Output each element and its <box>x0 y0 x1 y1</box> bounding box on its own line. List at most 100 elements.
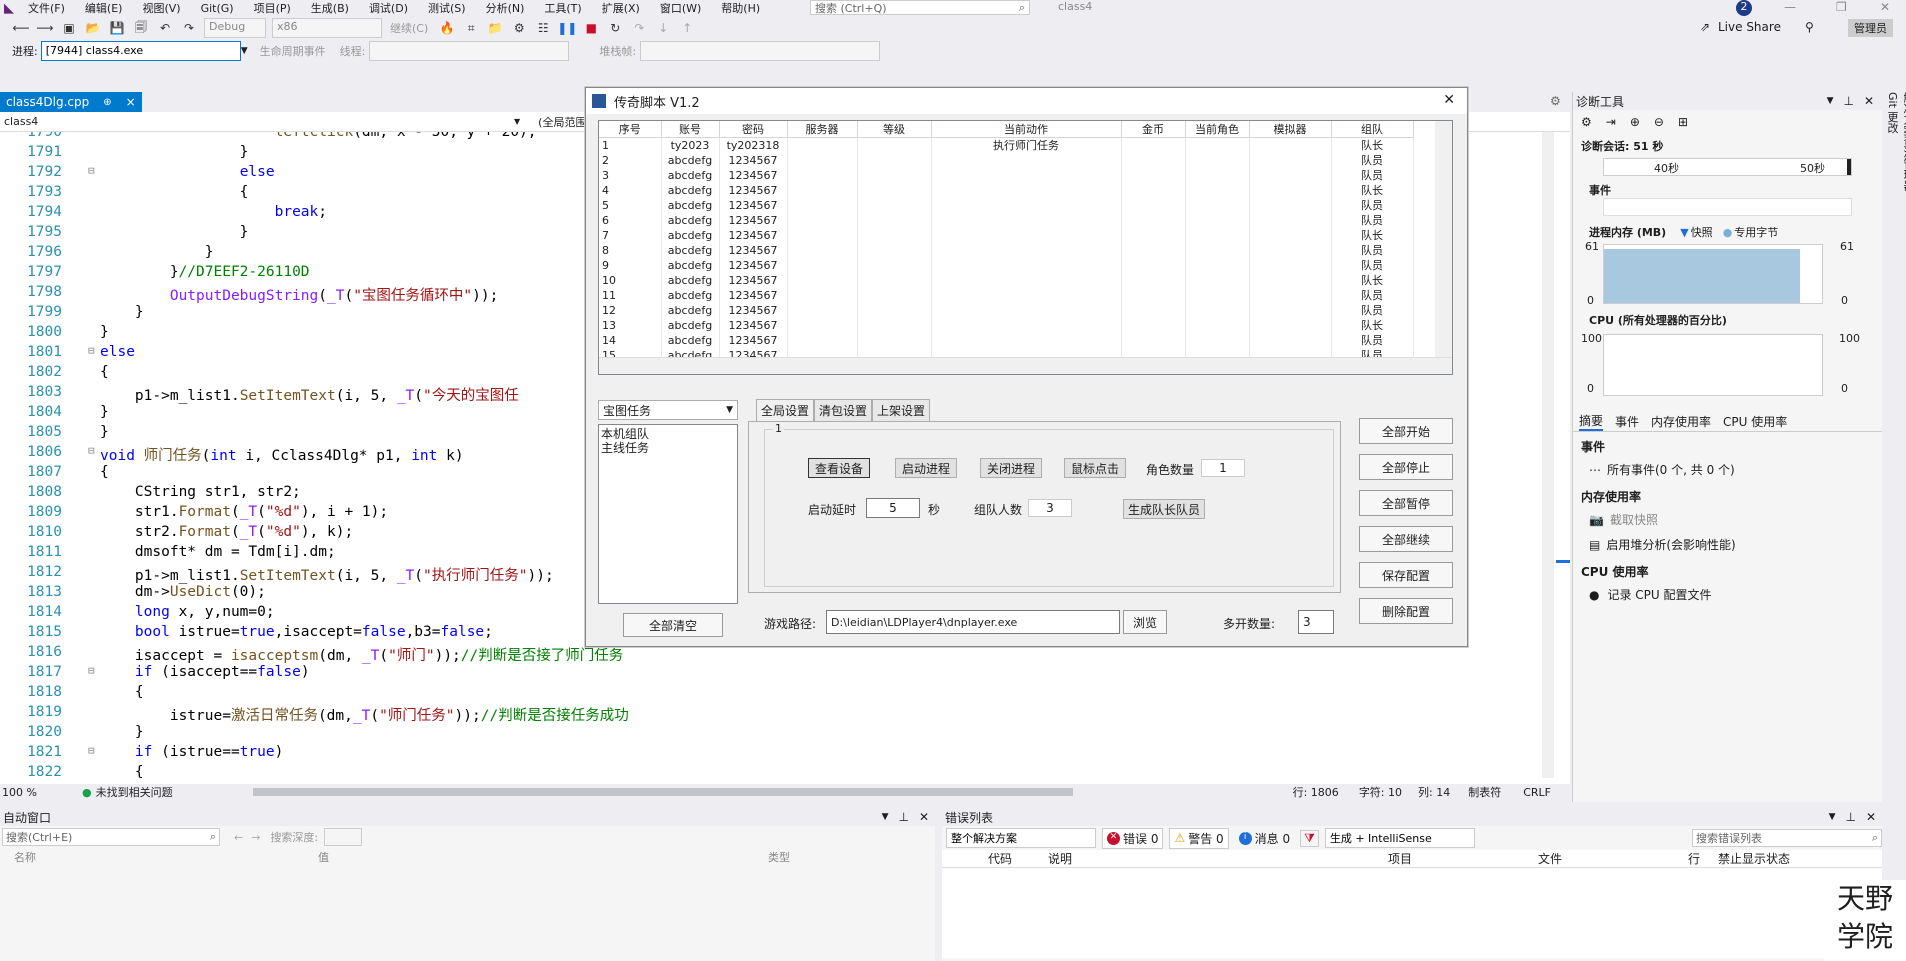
screenshot-icon[interactable]: ⌗ <box>462 19 480 37</box>
autos-menu-icon[interactable]: ▼ <box>882 812 889 822</box>
tab-class4dlg-cpp[interactable]: class4Dlg.cpp ⊕ × <box>0 92 142 112</box>
menu-item[interactable]: 窗口(W) <box>660 0 701 16</box>
fold-toggle-icon[interactable]: ⊟ <box>88 664 95 677</box>
error-search[interactable]: 搜索错误列表 ⌕ <box>1692 829 1882 847</box>
column-header[interactable]: 等级 <box>857 121 932 138</box>
fold-toggle-icon[interactable]: ⊟ <box>88 164 95 177</box>
take-snapshot-button[interactable]: 截取快照 <box>1610 511 1658 528</box>
table-row[interactable]: 13 abcdefg 1234567 队长 <box>599 318 1414 333</box>
autos-search[interactable]: 搜索(Ctrl+E) ⌕ <box>2 828 220 846</box>
record-cpu-button[interactable]: 记录 CPU 配置文件 <box>1607 586 1711 603</box>
errors-filter[interactable]: ✕ 错误 0 <box>1102 827 1164 849</box>
column-header[interactable]: 模拟器 <box>1249 121 1332 138</box>
forward-icon[interactable]: ⟶ <box>36 19 54 37</box>
settings-tab[interactable]: 全局设置 <box>756 399 815 421</box>
warnings-filter[interactable]: ⚠ 警告 0 <box>1169 827 1229 849</box>
diag-pin-icon[interactable]: ⊥ <box>1843 94 1853 108</box>
table-row[interactable]: 3 abcdefg 1234567 队员 <box>599 168 1414 183</box>
editor-scrollbar[interactable] <box>1542 132 1554 778</box>
issues-status[interactable]: 未找到相关问题 <box>96 784 173 800</box>
table-row[interactable]: 1 ty2023 ty202318 执行师门任务 队长 <box>599 137 1414 153</box>
settings-tab[interactable]: 清包设置 <box>814 399 873 421</box>
control-button[interactable]: 保存配置 <box>1359 562 1453 588</box>
step-out-icon[interactable]: ↑ <box>678 19 696 37</box>
column-header[interactable]: 金币 <box>1121 121 1186 138</box>
menu-item[interactable]: 项目(P) <box>254 0 291 16</box>
vs-logo-icon[interactable]: ◣ <box>4 1 14 16</box>
menu-item[interactable]: 文件(F) <box>28 0 65 16</box>
menu-item[interactable]: 分析(N) <box>486 0 525 16</box>
control-button[interactable]: 删除配置 <box>1359 598 1453 624</box>
back-icon[interactable]: ⟵ <box>12 19 30 37</box>
column-header[interactable]: 当前角色 <box>1185 121 1250 138</box>
settings-gear-icon[interactable]: ⚙ <box>510 19 528 37</box>
scope-filter-select[interactable]: 整个解决方案 <box>946 828 1096 848</box>
global-scope-select[interactable]: (全局范围 <box>538 114 586 130</box>
diag-export-icon[interactable]: ⇥ <box>1606 115 1616 129</box>
diagnostics-icon[interactable]: ☷ <box>534 19 552 37</box>
scope-select[interactable]: class4 <box>4 115 514 128</box>
task-listbox[interactable]: 本机组队 主线任务 <box>598 424 738 604</box>
close-window-icon[interactable]: ✕ <box>1880 0 1890 14</box>
task-list-item[interactable]: 本机组队 <box>601 427 735 441</box>
view-device-button[interactable]: 查看设备 <box>808 458 870 478</box>
menu-item[interactable]: 视图(V) <box>142 0 180 16</box>
task-select[interactable]: 宝图任务 ▼ <box>598 400 738 420</box>
table-row[interactable]: 8 abcdefg 1234567 队员 <box>599 243 1414 258</box>
column-header[interactable]: 组队 <box>1331 121 1414 138</box>
menu-item[interactable]: 帮助(H) <box>721 0 760 16</box>
diag-settings-icon[interactable]: ⚙ <box>1581 115 1592 129</box>
error-column-header[interactable]: 文件 <box>1538 850 1688 867</box>
heap-profiling-toggle[interactable]: 启用堆分析(会影响性能) <box>1606 536 1735 553</box>
table-row[interactable]: 9 abcdefg 1234567 队员 <box>599 258 1414 273</box>
menu-item[interactable]: 测试(S) <box>428 0 466 16</box>
hot-reload-icon[interactable]: 🔥 <box>438 19 456 37</box>
search-box[interactable]: 搜索 (Ctrl+Q) ⌕ <box>810 0 1030 15</box>
table-row[interactable]: 11 abcdefg 1234567 队员 <box>599 288 1414 303</box>
stop-icon[interactable]: ■ <box>582 19 600 37</box>
game-path-input[interactable]: D:\leidian\LDPlayer4\dnplayer.exe <box>826 610 1120 634</box>
thread-select[interactable] <box>369 41 570 61</box>
reset-view-icon[interactable]: ⊞ <box>1678 115 1688 129</box>
redo-icon[interactable]: ↷ <box>180 19 198 37</box>
new-project-icon[interactable]: ▣ <box>60 19 78 37</box>
search-depth-select[interactable] <box>324 828 363 846</box>
step-over-icon[interactable]: ↷ <box>630 19 648 37</box>
diag-menu-icon[interactable]: ▼ <box>1827 96 1834 106</box>
task-list-item[interactable]: 主线任务 <box>601 441 735 455</box>
clear-all-button[interactable]: 全部清空 <box>623 613 723 637</box>
process-dropdown-icon[interactable]: ▼ <box>241 46 248 56</box>
fold-toggle-icon[interactable]: ⊟ <box>88 744 95 757</box>
generate-team-button[interactable]: 生成队长队员 <box>1123 499 1205 519</box>
table-row[interactable]: 12 abcdefg 1234567 队员 <box>599 303 1414 318</box>
zoom-out-icon[interactable]: ⊖ <box>1654 115 1664 129</box>
overflow-gear-icon[interactable]: ⚙ <box>1550 94 1561 108</box>
start-delay-input[interactable]: 5 <box>866 498 920 518</box>
build-filter-select[interactable]: 生成 + IntelliSense <box>1324 828 1475 848</box>
column-header[interactable]: 密码 <box>719 121 788 138</box>
close-process-button[interactable]: 关闭进程 <box>980 458 1042 478</box>
diag-tab[interactable]: 摘要 <box>1579 412 1604 431</box>
save-icon[interactable]: 💾 <box>108 19 126 37</box>
error-close-icon[interactable]: ✕ <box>1866 810 1876 824</box>
fold-toggle-icon[interactable]: ⊟ <box>88 444 95 457</box>
error-column-header[interactable]: 禁止显示状态 <box>1718 850 1858 867</box>
control-button[interactable]: 全部开始 <box>1359 418 1453 444</box>
live-share-button[interactable]: Live Share <box>1718 20 1781 34</box>
diag-tab[interactable]: 事件 <box>1615 413 1639 430</box>
dialog-close-icon[interactable]: ✕ <box>1443 92 1455 108</box>
start-process-button[interactable]: 启动进程 <box>895 458 957 478</box>
error-column-header[interactable]: 代码 <box>988 850 1048 867</box>
timeline-ruler[interactable]: 40秒 50秒 <box>1603 158 1852 176</box>
fold-toggle-icon[interactable]: ⊟ <box>88 344 95 357</box>
undo-icon[interactable]: ↶ <box>156 19 174 37</box>
table-row[interactable]: 14 abcdefg 1234567 队员 <box>599 333 1414 348</box>
filter-icon[interactable]: ⧩ <box>1300 829 1319 847</box>
tab-close-icon[interactable]: × <box>126 95 136 109</box>
control-button[interactable]: 全部停止 <box>1359 454 1453 480</box>
table-row[interactable]: 4 abcdefg 1234567 队长 <box>599 183 1414 198</box>
list-vscrollbar[interactable] <box>1435 121 1452 359</box>
menu-item[interactable]: 生成(B) <box>311 0 349 16</box>
menu-item[interactable]: Git(G) <box>201 2 234 15</box>
continue-button[interactable]: 继续(C) <box>390 20 428 36</box>
